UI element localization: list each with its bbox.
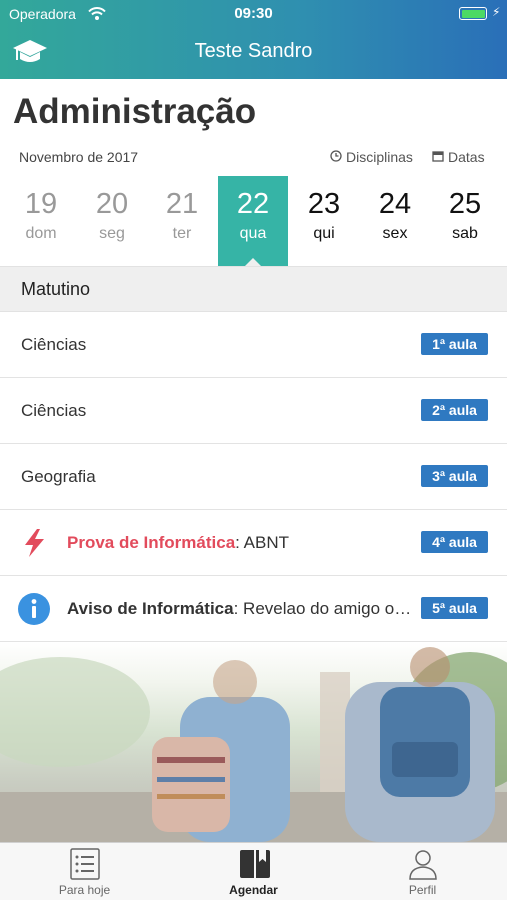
class-period-badge: 2ª aula — [421, 399, 488, 421]
tab-para-hoje[interactable]: Para hoje — [0, 843, 169, 900]
tab-label: Perfil — [408, 883, 437, 897]
page-title: Administração — [13, 92, 257, 131]
user-icon — [408, 848, 438, 885]
schedule-row[interactable]: Ciências 2ª aula — [0, 378, 507, 444]
section-header: Matutino — [0, 266, 507, 312]
day-cell[interactable]: 21 ter — [147, 176, 217, 266]
exam-description: : ABNT — [235, 533, 290, 552]
day-weekday: seg — [99, 225, 125, 242]
class-period-badge: 4ª aula — [421, 531, 488, 553]
day-number: 25 — [448, 188, 482, 220]
class-period-badge: 3ª aula — [421, 465, 488, 487]
day-number: 19 — [24, 188, 58, 220]
day-weekday: qua — [239, 225, 267, 242]
month-label: Novembro de 2017 — [19, 149, 139, 165]
schedule-row[interactable]: Ciências 1ª aula — [0, 312, 507, 378]
day-weekday: ter — [172, 225, 192, 242]
disciplinas-filter-button[interactable]: Disciplinas — [330, 149, 413, 165]
status-time: 09:30 — [234, 5, 273, 22]
day-number: 21 — [165, 188, 199, 220]
day-number: 22 — [236, 188, 270, 220]
subject-label: Geografia — [21, 467, 96, 486]
notice-label: Aviso de Informática — [67, 599, 234, 618]
day-weekday: qui — [313, 225, 335, 242]
day-cell[interactable]: 19 dom — [6, 176, 76, 266]
day-cell-selected[interactable]: 22 qua — [218, 176, 288, 267]
exam-text: Prova de Informática: ABNT — [67, 533, 415, 553]
lightning-icon — [17, 526, 51, 565]
tab-perfil[interactable]: Perfil — [338, 843, 507, 900]
charging-icon: ⚡ — [492, 5, 501, 19]
subject-label: Ciências — [21, 401, 87, 420]
datas-filter-button[interactable]: Datas — [432, 149, 485, 165]
status-bar: Operadora 09:30 ⚡ — [0, 0, 507, 28]
clock-icon — [330, 149, 342, 165]
class-period-badge: 1ª aula — [421, 333, 488, 355]
info-icon — [17, 592, 51, 631]
tab-agendar[interactable]: Agendar — [169, 843, 338, 900]
day-number: 20 — [95, 188, 129, 220]
calendar-icon — [432, 149, 444, 165]
day-cell[interactable]: 23 qui — [289, 176, 359, 266]
tab-bar: Para hoje Agendar Perfil — [0, 842, 507, 900]
students-background-image — [0, 642, 507, 842]
day-weekday: sab — [452, 225, 478, 242]
day-cell[interactable]: 25 sab — [430, 176, 500, 266]
book-icon — [239, 848, 271, 885]
datas-label: Datas — [448, 149, 485, 165]
day-number: 23 — [307, 188, 341, 220]
day-cell[interactable]: 24 sex — [360, 176, 430, 266]
day-strip: 19 dom 20 seg 21 ter 22 qua 23 qui 24 se… — [6, 176, 501, 267]
notice-text: Aviso de Informática: Revelao do amigo o… — [67, 599, 415, 619]
class-period-badge: 5ª aula — [421, 597, 488, 619]
exam-row[interactable]: Prova de Informática: ABNT 4ª aula — [0, 510, 507, 576]
battery-icon — [459, 7, 487, 20]
schedule-row[interactable]: Geografia 3ª aula — [0, 444, 507, 510]
notice-row[interactable]: Aviso de Informática: Revelao do amigo o… — [0, 576, 507, 642]
tab-label: Agendar — [229, 883, 278, 897]
tab-label: Para hoje — [58, 883, 111, 897]
notice-description: : Revelao do amigo oculto — [233, 599, 415, 618]
subject-label: Ciências — [21, 335, 87, 354]
exam-label: Prova de Informática — [67, 533, 236, 552]
app-header: Operadora 09:30 ⚡ Teste Sandro — [0, 0, 507, 79]
list-icon — [70, 848, 100, 885]
header-title: Teste Sandro — [194, 40, 313, 62]
day-cell[interactable]: 20 seg — [77, 176, 147, 266]
day-weekday: sex — [382, 225, 408, 242]
disciplinas-label: Disciplinas — [346, 149, 413, 165]
day-weekday: dom — [25, 225, 57, 242]
day-number: 24 — [378, 188, 412, 220]
